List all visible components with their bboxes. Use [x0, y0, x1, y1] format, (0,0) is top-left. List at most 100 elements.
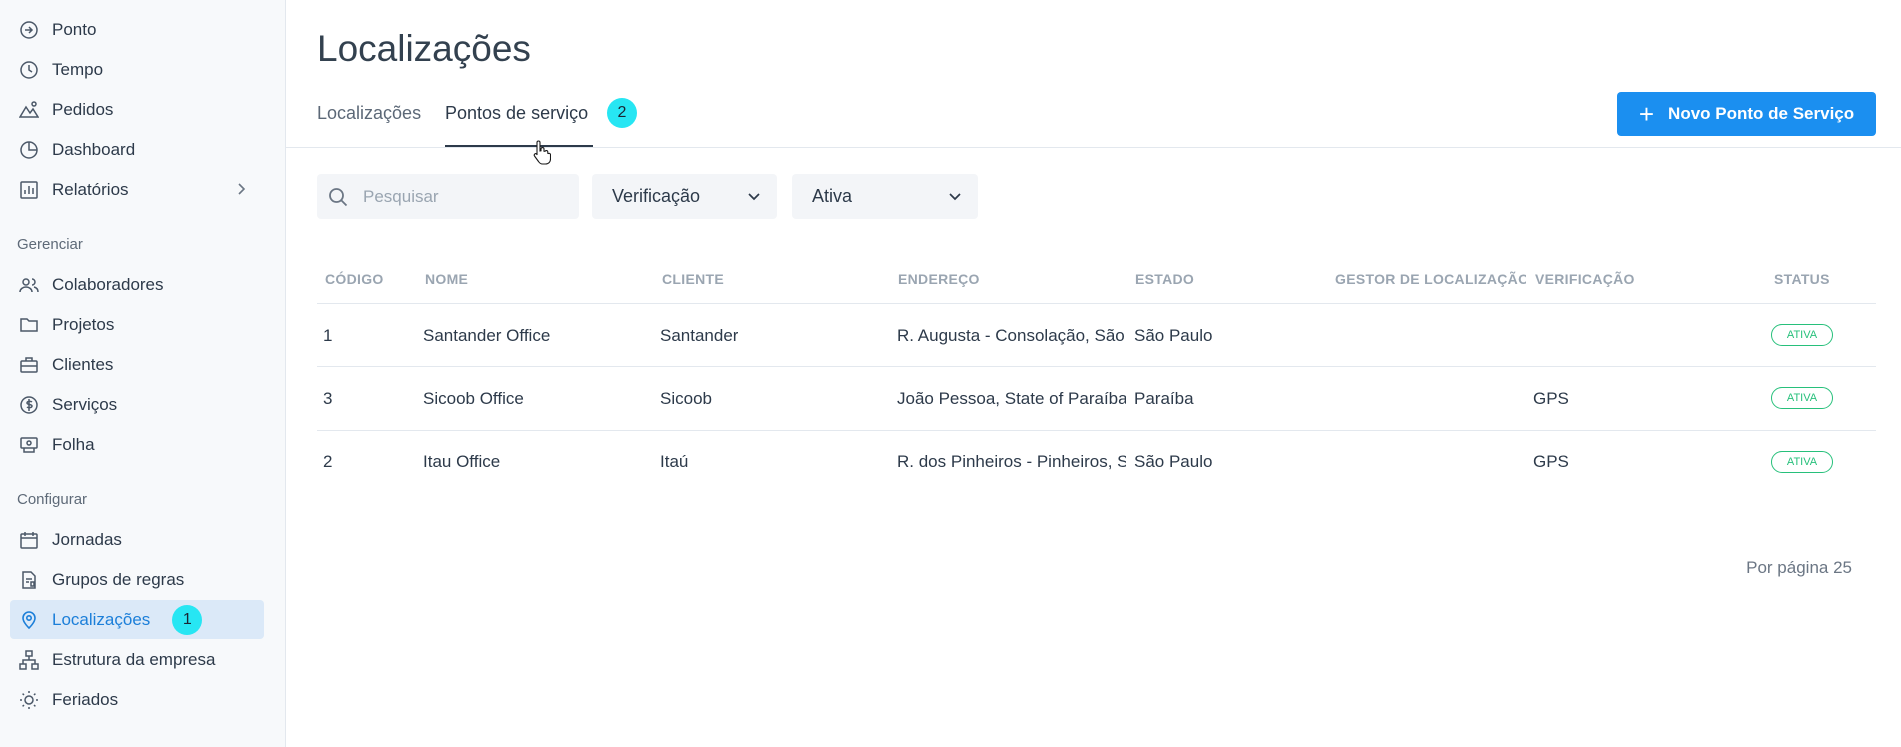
- payroll-icon: [18, 434, 40, 456]
- status-filter-select[interactable]: Ativa: [792, 174, 978, 219]
- chevron-down-icon: [748, 193, 760, 201]
- cell-client: Itaú: [660, 452, 689, 471]
- sidebar-item-jornadas[interactable]: Jornadas: [10, 520, 264, 559]
- column-header-client[interactable]: CLIENTE: [662, 271, 724, 287]
- tab-localizacoes[interactable]: Localizações: [317, 103, 421, 124]
- cell-code: 2: [323, 452, 333, 471]
- column-header-verification[interactable]: VERIFICAÇÃO: [1535, 271, 1635, 287]
- sidebar-item-label: Relatórios: [52, 179, 129, 199]
- sidebar-item-label: Estrutura da empresa: [52, 649, 216, 669]
- sidebar: Ponto Tempo Pedidos Dashboard Relatórios…: [0, 0, 286, 747]
- cell-name: Santander Office: [423, 326, 551, 345]
- new-service-point-button[interactable]: + Novo Ponto de Serviço: [1617, 92, 1876, 136]
- table-divider: [317, 430, 1876, 431]
- sidebar-item-label: Localizações: [52, 609, 151, 629]
- sidebar-item-label: Pedidos: [52, 99, 114, 119]
- sidebar-item-folha[interactable]: Folha: [10, 425, 264, 464]
- cell-name: Sicoob Office: [423, 389, 524, 408]
- users-icon: [18, 274, 40, 296]
- mountain-icon: [18, 99, 40, 121]
- sidebar-item-label: Jornadas: [52, 529, 122, 549]
- sidebar-item-localizacoes[interactable]: Localizações 1: [10, 600, 264, 639]
- cell-verification: GPS: [1533, 452, 1569, 471]
- clock-icon: [18, 59, 40, 81]
- plus-icon: +: [1638, 99, 1655, 129]
- sun-icon: [18, 689, 40, 711]
- sidebar-item-servicos[interactable]: Serviços: [10, 385, 264, 424]
- cell-client: Sicoob: [660, 389, 712, 408]
- cell-state: São Paulo: [1134, 452, 1213, 471]
- per-page-selector[interactable]: Por página 25: [1746, 558, 1852, 578]
- step-badge: 2: [607, 98, 637, 128]
- table-divider: [317, 303, 1876, 304]
- column-header-location-manager[interactable]: GESTOR DE LOCALIZAÇÃO: [1335, 271, 1526, 287]
- chevron-down-icon: [949, 193, 961, 201]
- briefcase-icon: [18, 354, 40, 376]
- sidebar-item-clientes[interactable]: Clientes: [10, 345, 264, 384]
- location-pin-icon: [18, 609, 40, 631]
- sidebar-item-label: Dashboard: [52, 139, 136, 159]
- status-filter-value: Ativa: [812, 186, 853, 206]
- step-badge: 1: [172, 604, 203, 635]
- sidebar-item-label: Clientes: [52, 354, 114, 374]
- status-badge: ATIVA: [1771, 451, 1833, 473]
- cell-state: Paraíba: [1134, 389, 1194, 408]
- cell-address: R. Augusta - Consolação, São Paulo: [897, 326, 1126, 345]
- sidebar-item-label: Feriados: [52, 689, 119, 709]
- sidebar-item-feriados[interactable]: Feriados: [10, 680, 264, 719]
- calendar-icon: [18, 529, 40, 551]
- tab-pontos-de-servico[interactable]: Pontos de serviço: [445, 103, 588, 124]
- search-field[interactable]: [317, 174, 579, 219]
- sidebar-item-dashboard[interactable]: Dashboard: [10, 130, 264, 169]
- page-title: Localizações: [317, 28, 531, 69]
- table-divider: [317, 366, 1876, 367]
- sidebar-item-label: Projetos: [52, 314, 115, 334]
- clock-in-icon: [18, 19, 40, 41]
- cell-address: João Pessoa, State of Paraíba: [897, 389, 1126, 408]
- org-chart-icon: [18, 649, 40, 671]
- sidebar-item-relatorios[interactable]: Relatórios: [10, 170, 264, 209]
- sidebar-item-label: Ponto: [52, 19, 97, 39]
- cell-address: R. dos Pinheiros - Pinheiros, São Paulo: [897, 452, 1126, 471]
- sidebar-item-ponto[interactable]: Ponto: [10, 10, 264, 49]
- sidebar-item-label: Colaboradores: [52, 274, 164, 294]
- sidebar-item-projetos[interactable]: Projetos: [10, 305, 264, 344]
- column-header-state[interactable]: ESTADO: [1135, 271, 1194, 287]
- verification-filter-select[interactable]: Verificação: [592, 174, 777, 219]
- cell-code: 1: [323, 326, 333, 345]
- sidebar-item-tempo[interactable]: Tempo: [10, 50, 264, 89]
- chevron-right-icon: [238, 183, 246, 195]
- column-header-code[interactable]: CÓDIGO: [325, 271, 384, 287]
- column-header-address[interactable]: ENDEREÇO: [898, 271, 980, 287]
- sidebar-item-label: Grupos de regras: [52, 569, 185, 589]
- folder-icon: [18, 314, 40, 336]
- hand-cursor-icon: [533, 140, 551, 165]
- sidebar-item-label: Serviços: [52, 394, 118, 414]
- section-label-config: Configurar: [17, 491, 88, 508]
- sidebar-item-pedidos[interactable]: Pedidos: [10, 90, 264, 129]
- sidebar-item-colaboradores[interactable]: Colaboradores: [10, 265, 264, 304]
- cell-name: Itau Office: [423, 452, 501, 471]
- sidebar-item-label: Tempo: [52, 59, 104, 79]
- dollar-circle-icon: [18, 394, 40, 416]
- cell-code: 3: [323, 389, 333, 408]
- sidebar-item-grupos-de-regras[interactable]: Grupos de regras: [10, 560, 264, 599]
- sidebar-item-label: Folha: [52, 434, 95, 454]
- status-badge: ATIVA: [1771, 387, 1833, 409]
- document-rules-icon: [18, 569, 40, 591]
- bar-chart-icon: [18, 179, 40, 201]
- pie-chart-icon: [18, 139, 40, 161]
- cell-verification: GPS: [1533, 389, 1569, 408]
- search-input[interactable]: [363, 186, 563, 207]
- search-icon: [329, 187, 348, 206]
- cell-state: São Paulo: [1134, 326, 1213, 345]
- column-header-status[interactable]: STATUS: [1774, 271, 1830, 287]
- cell-client: Santander: [660, 326, 739, 345]
- header-divider: [286, 147, 1901, 148]
- column-header-name[interactable]: NOME: [425, 271, 468, 287]
- new-service-point-label: Novo Ponto de Serviço: [1668, 104, 1855, 123]
- section-label-manage: Gerenciar: [17, 236, 83, 253]
- sidebar-item-estrutura-da-empresa[interactable]: Estrutura da empresa: [10, 640, 264, 679]
- status-badge: ATIVA: [1771, 324, 1833, 346]
- verification-filter-value: Verificação: [612, 186, 701, 206]
